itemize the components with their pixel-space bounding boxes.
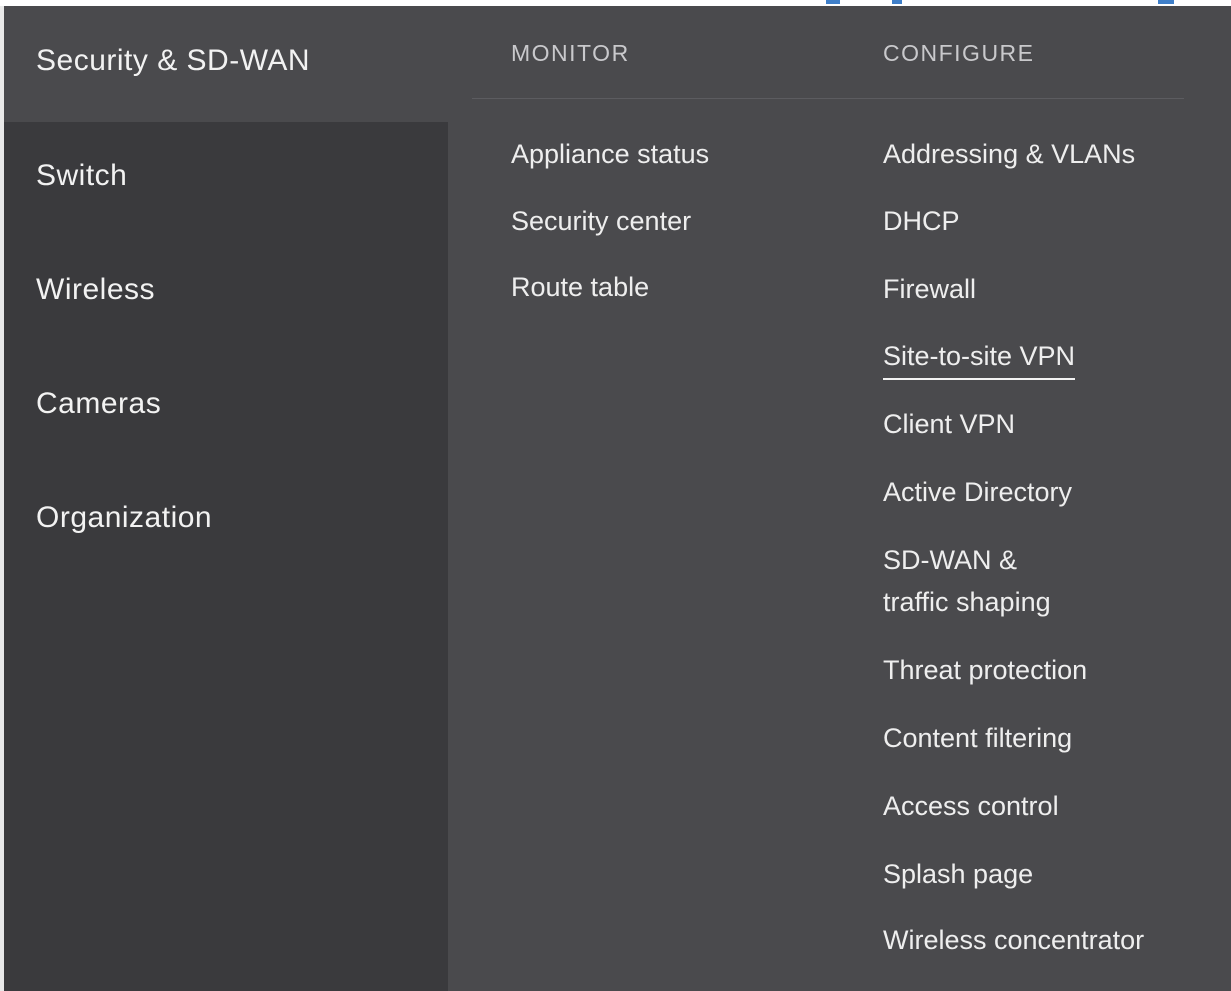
top-strip-mark (826, 0, 840, 4)
sidebar-item-organization[interactable]: Organization (36, 501, 212, 535)
product-sidebar: Security & SD-WAN Switch Wireless Camera… (4, 6, 448, 991)
monitor-link-security-center[interactable]: Security center (511, 200, 691, 242)
sidebar-item-security-sd-wan[interactable]: Security & SD-WAN (36, 44, 310, 78)
configure-link-active-directory[interactable]: Active Directory (883, 471, 1072, 513)
sidebar-item-switch[interactable]: Switch (36, 159, 127, 193)
sidebar-item-wireless[interactable]: Wireless (36, 273, 155, 307)
configure-link-sd-wan-line2[interactable]: traffic shaping (883, 581, 1051, 623)
configure-link-addressing-vlans[interactable]: Addressing & VLANs (883, 133, 1135, 175)
navigation-menu: Security & SD-WAN Switch Wireless Camera… (4, 6, 1231, 991)
configure-link-sd-wan-line1[interactable]: SD-WAN & (883, 539, 1017, 581)
configure-link-content-filtering[interactable]: Content filtering (883, 717, 1072, 759)
configure-link-client-vpn[interactable]: Client VPN (883, 403, 1015, 445)
configure-link-firewall[interactable]: Firewall (883, 268, 976, 310)
top-strip-mark (892, 0, 902, 4)
configure-link-threat-protection[interactable]: Threat protection (883, 649, 1087, 691)
sidebar-item-cameras[interactable]: Cameras (36, 387, 161, 421)
monitor-link-appliance-status[interactable]: Appliance status (511, 133, 709, 175)
configure-header: CONFIGURE (883, 40, 1035, 66)
configure-link-dhcp[interactable]: DHCP (883, 200, 960, 242)
header-divider (472, 98, 1184, 99)
configure-link-splash-page[interactable]: Splash page (883, 853, 1033, 895)
top-strip-mark (1158, 0, 1174, 4)
configure-link-site-to-site-vpn[interactable]: Site-to-site VPN (883, 338, 1076, 380)
monitor-header: MONITOR (511, 40, 630, 66)
configure-link-wireless-concentrator[interactable]: Wireless concentrator (883, 919, 1144, 961)
monitor-link-route-table[interactable]: Route table (511, 266, 649, 308)
configure-link-access-control[interactable]: Access control (883, 785, 1059, 827)
